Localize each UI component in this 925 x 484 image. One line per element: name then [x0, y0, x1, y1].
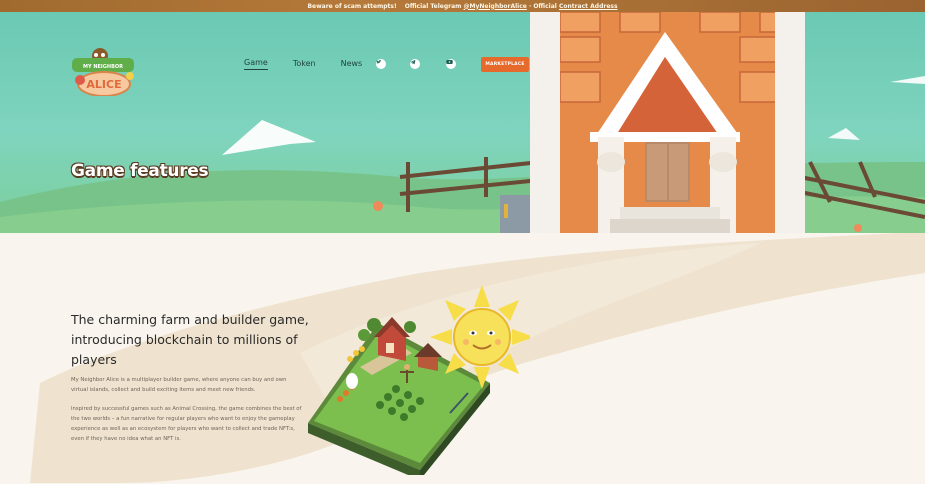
youtube-icon[interactable] [446, 59, 456, 69]
twitter-icon[interactable] [376, 59, 386, 69]
contract-address-link[interactable]: Contract Address [559, 3, 618, 10]
nav-item-game[interactable]: Game [244, 58, 268, 70]
separator-text: · Official [528, 2, 557, 10]
logo-line2: ALICE [86, 78, 121, 91]
announcement-bar: Beware of scam attempts! Official Telegr… [0, 0, 925, 12]
farm-island-illustration [308, 285, 530, 475]
telegram-prefix: Official Telegram [404, 2, 462, 10]
hero-banner: MY NEIGHBOR ALICE Game Token News MARKET… [0, 12, 925, 233]
nav-item-news[interactable]: News [341, 59, 363, 70]
main-nav: Game Token News [244, 58, 387, 70]
intro-paragraph: My Neighbor Alice is a multiplayer build… [71, 377, 287, 393]
inspiration-paragraph: Inspired by successful games such as Ani… [71, 406, 302, 442]
hero-illustration [0, 12, 925, 233]
logo-line1: MY NEIGHBOR [83, 64, 123, 70]
scam-warning: Beware of scam attempts! [307, 2, 397, 10]
alice-logo[interactable]: MY NEIGHBOR ALICE [70, 44, 136, 96]
marketplace-button[interactable]: MARKETPLACE [481, 57, 529, 72]
nav-item-token[interactable]: Token [293, 59, 316, 70]
section-heading: The charming farm and builder game, intr… [71, 312, 309, 367]
page-title: Game features [71, 161, 209, 181]
telegram-icon[interactable] [410, 59, 420, 69]
telegram-link[interactable]: @MyNeighborAlice [464, 3, 527, 10]
intro-section: The charming farm and builder game, intr… [0, 233, 925, 484]
telegram-notice: Official Telegram @MyNeighborAlice · Off… [405, 3, 618, 10]
alice-logo-art: MY NEIGHBOR ALICE [72, 48, 134, 96]
